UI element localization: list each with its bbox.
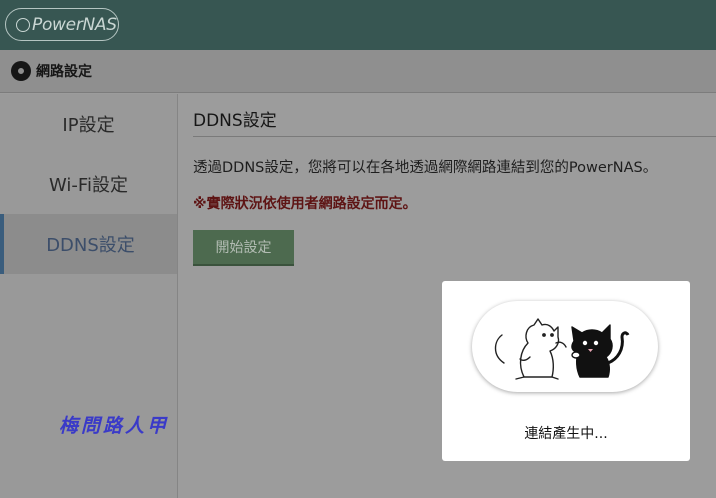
- logo-text: PowerNAS: [32, 14, 117, 35]
- sidebar-item-ddns[interactable]: DDNS設定: [0, 214, 177, 274]
- cats-loading-icon: [472, 301, 658, 392]
- top-bar: PowerNAS: [0, 0, 716, 50]
- loading-dialog: 連結產生中...: [442, 281, 690, 461]
- sidebar-item-ip[interactable]: IP設定: [0, 94, 177, 154]
- gear-icon: [11, 61, 31, 81]
- sidebar-item-wifi[interactable]: Wi-Fi設定: [0, 154, 177, 214]
- watermark-text: 梅問路人甲: [59, 415, 170, 437]
- section-divider: [193, 136, 716, 137]
- start-setup-button[interactable]: 開始設定: [193, 230, 294, 266]
- ddns-description: 透過DDNS設定，您將可以在各地透過網際網路連結到您的PowerNAS。: [193, 160, 658, 176]
- cats-illustration: [494, 318, 630, 380]
- powernas-logo[interactable]: PowerNAS: [5, 8, 119, 41]
- loading-text: 連結產生中...: [524, 426, 608, 442]
- section-title: DDNS設定: [193, 111, 277, 131]
- page-title-bar: 網路設定: [0, 50, 716, 93]
- ddns-warning: ※實際狀況依使用者網路設定而定。: [193, 196, 417, 212]
- logo-mark-icon: [16, 17, 30, 32]
- page-title: 網路設定: [36, 64, 92, 80]
